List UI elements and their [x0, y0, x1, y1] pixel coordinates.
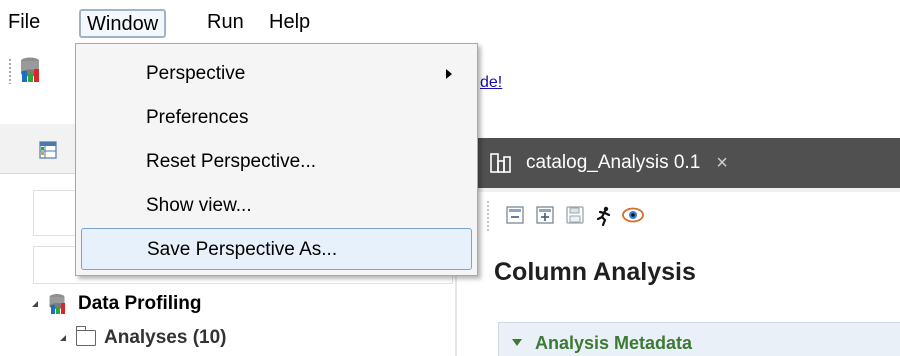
- eye-icon[interactable]: [622, 206, 644, 224]
- close-icon[interactable]: ×: [716, 152, 728, 175]
- menu-item-save-perspective-as[interactable]: Save Perspective As...: [81, 228, 472, 270]
- menu-item-show-view[interactable]: Show view...: [76, 185, 477, 227]
- view-icon: [39, 141, 57, 164]
- editor-toolbar: [478, 192, 900, 238]
- menu-item-label: Perspective: [146, 63, 246, 84]
- menu-item-label: Show view...: [146, 195, 252, 216]
- menu-item-preferences[interactable]: Preferences: [76, 97, 477, 139]
- database-icon: [48, 293, 70, 315]
- editor-tab-strip: catalog_Analysis 0.1 ×: [478, 138, 900, 188]
- menu-bar: File Window Run Help: [0, 0, 900, 44]
- menu-item-perspective[interactable]: Perspective: [76, 53, 477, 95]
- run-icon[interactable]: [594, 206, 612, 227]
- editor-tab[interactable]: catalog_Analysis 0.1 ×: [478, 138, 800, 188]
- tree-node-label: Data Profiling: [78, 293, 202, 314]
- collapse-all-icon[interactable]: [506, 206, 524, 224]
- save-icon[interactable]: [566, 206, 584, 224]
- welcome-link[interactable]: de!: [480, 74, 502, 92]
- tree-node-data-profiling[interactable]: Data Profiling: [32, 290, 202, 318]
- window-menu-dropdown: Perspective Preferences Reset Perspectiv…: [75, 43, 478, 276]
- menu-item-label: Reset Perspective...: [146, 151, 317, 172]
- expand-arrow-icon[interactable]: [32, 301, 38, 307]
- tree-node-label: Analyses (10): [104, 327, 227, 348]
- menu-run[interactable]: Run: [203, 9, 248, 38]
- toolbar-grip[interactable]: [8, 58, 12, 84]
- menu-item-reset-perspective[interactable]: Reset Perspective...: [76, 141, 477, 183]
- database-icon[interactable]: [19, 56, 45, 89]
- menu-item-label: Save Perspective As...: [147, 239, 338, 260]
- menu-window[interactable]: Window: [79, 9, 167, 38]
- page-title: Column Analysis: [494, 258, 696, 286]
- editor-area: catalog_Analysis 0.1 × Column Analysis A…: [478, 138, 900, 356]
- expand-all-icon[interactable]: [536, 206, 554, 224]
- analysis-icon: [490, 153, 512, 173]
- section-analysis-metadata[interactable]: Analysis Metadata: [498, 322, 900, 356]
- menu-item-label: Preferences: [146, 107, 249, 128]
- folder-icon: [75, 326, 96, 346]
- chevron-down-icon[interactable]: [512, 339, 522, 346]
- menu-help[interactable]: Help: [265, 9, 314, 38]
- tree-node-analyses[interactable]: Analyses (10): [60, 324, 227, 352]
- section-label: Analysis Metadata: [535, 333, 693, 353]
- submenu-arrow-icon: [446, 69, 452, 79]
- menu-file[interactable]: File: [4, 9, 44, 38]
- expand-arrow-icon[interactable]: [60, 335, 66, 341]
- toolbar-grip[interactable]: [486, 200, 490, 232]
- editor-tab-label: catalog_Analysis 0.1: [526, 152, 701, 173]
